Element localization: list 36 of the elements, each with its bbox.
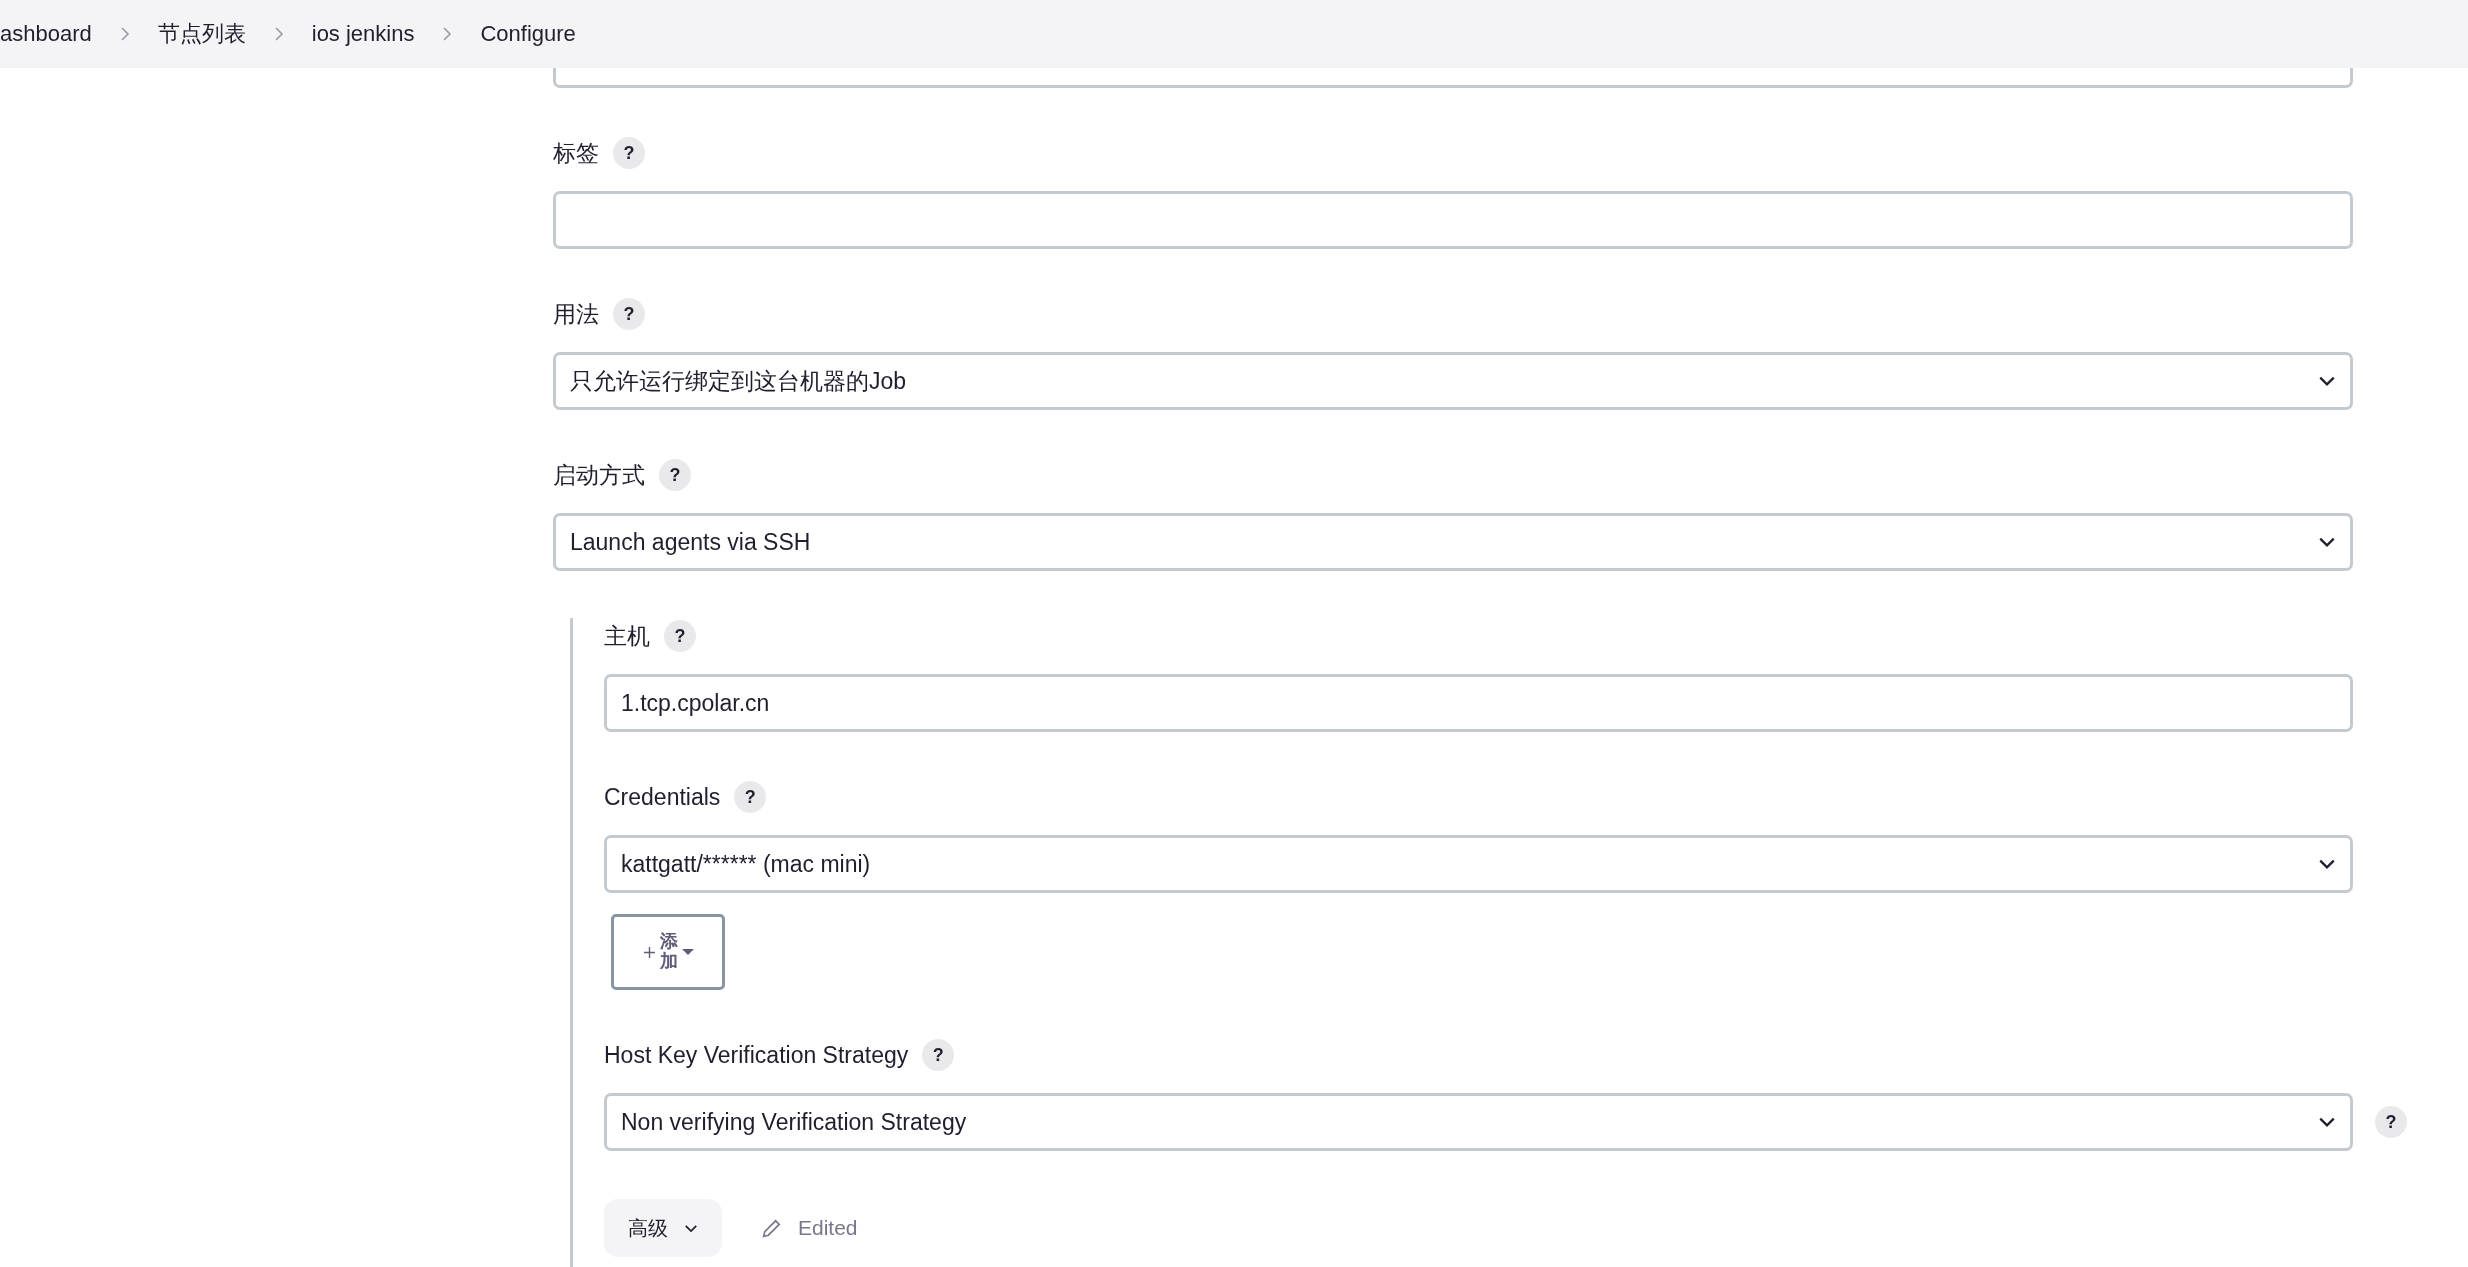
select-dropdown[interactable]: Non verifying Verification Strategy — [604, 1093, 2353, 1151]
chevron-right-icon — [273, 26, 284, 42]
field-label: 用法 — [553, 299, 599, 329]
field-label: Host Key Verification Strategy — [604, 1041, 909, 1069]
help-button[interactable]: ? — [922, 1039, 955, 1071]
help-button[interactable]: ? — [613, 298, 645, 330]
chevron-right-icon — [442, 26, 453, 42]
chevron-down-icon — [2318, 375, 2336, 387]
text-field[interactable]: 1.tcp.cpolar.cn — [604, 674, 2353, 732]
chevron-down-icon — [2318, 1116, 2336, 1128]
breadcrumb-link[interactable]: ios jenkins — [311, 21, 415, 47]
help-button[interactable]: ? — [664, 620, 696, 652]
status-text: Edited — [798, 1216, 858, 1240]
text-field[interactable] — [553, 191, 2353, 249]
chevron-down-icon — [2318, 536, 2336, 548]
select-dropdown[interactable]: 只允许运行绑定到这台机器的Job — [553, 352, 2353, 410]
field-label: Credentials — [604, 783, 721, 811]
chevron-down-icon — [684, 1223, 698, 1233]
help-button[interactable]: ? — [734, 781, 767, 813]
select-dropdown[interactable]: Launch agents via SSH — [553, 513, 2353, 571]
breadcrumb-link[interactable]: 节点列表 — [157, 19, 246, 49]
chevron-right-icon — [119, 26, 130, 42]
advanced-button[interactable]: 高级 — [604, 1199, 722, 1257]
field-label: 启动方式 — [553, 460, 645, 490]
breadcrumb-link[interactable]: Configure — [480, 21, 576, 47]
caret-icon — [681, 949, 694, 955]
plus-icon — [642, 945, 656, 959]
help-button[interactable]: ? — [613, 137, 645, 169]
help-button[interactable]: ? — [659, 459, 691, 491]
add-button[interactable]: 添加 — [611, 914, 725, 990]
chevron-down-icon — [2318, 858, 2336, 870]
field-label: 主机 — [604, 621, 650, 651]
breadcrumb-link[interactable]: ashboard — [0, 21, 92, 47]
field-label: 标签 — [553, 138, 599, 168]
select-dropdown[interactable]: kattgatt/****** (mac mini) — [604, 835, 2353, 893]
help-button[interactable]: ? — [2375, 1106, 2407, 1138]
